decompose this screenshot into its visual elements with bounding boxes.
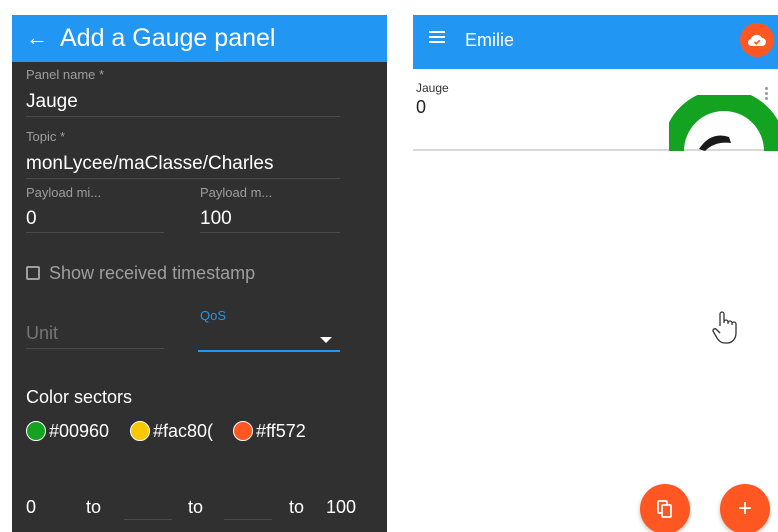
dashboard-title: Emilie (465, 30, 515, 50)
checkbox-box[interactable] (26, 266, 40, 280)
color-sector-3[interactable]: #ff572 (233, 420, 341, 442)
hand-cursor-icon (712, 311, 737, 344)
payload-min-underline (26, 232, 164, 233)
back-arrow-icon[interactable]: ← (26, 25, 48, 51)
gauge-panel-card[interactable]: Jauge 0 (413, 77, 778, 151)
gauge-panel-editor: ← Add a Gauge panel Panel name * Jauge T… (12, 15, 387, 532)
color-sectors-title: Color sectors (26, 387, 133, 407)
panel-name-label: Panel name * (26, 67, 105, 82)
range-to-3: to (289, 497, 305, 517)
range-input-2[interactable] (224, 519, 272, 520)
color-sector-3-value[interactable]: #ff572 (256, 421, 306, 442)
page-title: Add a Gauge panel (60, 24, 276, 52)
range-start[interactable]: 0 (26, 497, 36, 518)
show-timestamp-label: Show received timestamp (49, 263, 256, 283)
qos-label: QoS (200, 308, 227, 323)
panel-name-underline (26, 116, 340, 117)
app-bar: Emilie (413, 15, 778, 69)
range-input-1[interactable] (124, 519, 172, 520)
dashboard-screen: Emilie Jauge 0 + (413, 15, 778, 532)
color-dot-icon[interactable] (26, 421, 46, 441)
payload-max-underline (200, 232, 340, 233)
payload-max-label: Payload m... (200, 185, 273, 200)
topic-input[interactable]: monLycee/maClasse/Charles (26, 153, 273, 175)
cloud-icon[interactable] (740, 23, 774, 57)
panel-title: Jauge (416, 81, 449, 95)
payload-min-label: Payload mi... (26, 185, 102, 200)
panel-value: 0 (416, 97, 427, 117)
color-sector-2-value[interactable]: #fac80( (153, 421, 213, 442)
unit-underline (26, 348, 164, 349)
copy-icon (657, 500, 672, 518)
menu-icon[interactable] (429, 31, 445, 43)
qos-select[interactable] (198, 350, 340, 352)
add-icon: + (737, 495, 752, 522)
color-dot-icon[interactable] (130, 421, 150, 441)
unit-input[interactable]: Unit (26, 322, 58, 344)
chevron-down-icon[interactable] (320, 337, 332, 343)
topic-underline (26, 178, 340, 179)
range-end[interactable]: 100 (326, 497, 356, 518)
payload-min-input[interactable]: 0 (26, 208, 37, 230)
panel-name-input[interactable]: Jauge (26, 91, 78, 113)
gauge-chart (669, 95, 778, 151)
more-vert-icon[interactable] (765, 87, 768, 102)
copy-button[interactable] (640, 484, 690, 532)
topic-label: Topic * (26, 129, 66, 144)
color-sector-1[interactable]: #00960 (26, 420, 134, 442)
payload-max-input[interactable]: 100 (200, 208, 232, 230)
app-bar: ← Add a Gauge panel (12, 15, 387, 62)
show-timestamp-checkbox[interactable]: Show received timestamp (26, 262, 255, 284)
color-sector-1-value[interactable]: #00960 (49, 421, 109, 442)
color-sector-2[interactable]: #fac80( (130, 420, 240, 442)
color-dot-icon[interactable] (233, 421, 253, 441)
add-panel-button[interactable]: + (720, 484, 770, 532)
range-to-2: to (188, 497, 204, 517)
range-to-1: to (86, 497, 102, 517)
